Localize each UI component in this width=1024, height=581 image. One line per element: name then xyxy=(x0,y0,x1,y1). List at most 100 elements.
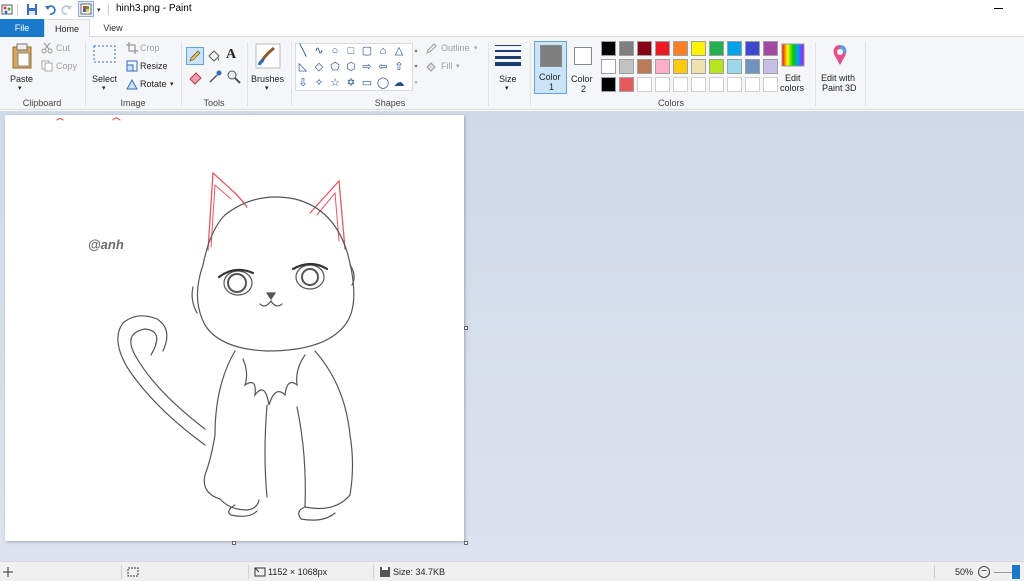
six-point-star-shape-icon[interactable]: ✡ xyxy=(345,77,357,89)
copy-label: Copy xyxy=(56,61,78,71)
shapes-scroll[interactable]: ▴ ▾ ▿ xyxy=(412,43,420,91)
zoom-out-button[interactable]: − xyxy=(978,566,990,578)
edit-colors-label-2: colors xyxy=(780,83,805,93)
line-size-icon xyxy=(495,45,521,66)
palette-swatch[interactable] xyxy=(637,41,652,56)
fill-icon xyxy=(426,62,436,72)
palette-swatch[interactable] xyxy=(691,77,706,92)
outline-button[interactable]: Outline ▾ xyxy=(424,42,484,55)
palette-swatch[interactable] xyxy=(709,59,724,74)
paste-icon xyxy=(12,43,32,69)
left-arrow-shape-icon[interactable]: ⇦ xyxy=(377,61,389,73)
color2-button[interactable]: Color 2 xyxy=(569,41,599,94)
window-title: hinh3.png - Paint xyxy=(116,3,192,14)
curve-shape-icon[interactable]: ∿ xyxy=(313,45,325,57)
palette-swatch[interactable] xyxy=(691,59,706,74)
right-arrow-shape-icon[interactable]: ⇨ xyxy=(361,61,373,73)
palette-swatch[interactable] xyxy=(655,77,670,92)
right-triangle-shape-icon[interactable]: ◺ xyxy=(297,61,309,73)
pencil-tool-button[interactable] xyxy=(186,47,204,65)
palette-swatch[interactable] xyxy=(763,77,778,92)
oval-shape-icon[interactable]: ○ xyxy=(329,45,341,57)
cloud-callout-shape-icon[interactable]: ☁ xyxy=(393,77,405,89)
palette-swatch[interactable] xyxy=(709,41,724,56)
triangle-shape-icon[interactable]: △ xyxy=(393,45,405,57)
down-arrow-shape-icon[interactable]: ⇩ xyxy=(297,77,309,89)
crop-button[interactable]: Crop xyxy=(125,42,165,55)
tab-home[interactable]: Home xyxy=(44,19,90,38)
palette-swatch[interactable] xyxy=(709,77,724,92)
disk-size-icon xyxy=(380,567,390,577)
polygon-shape-icon[interactable]: ⌂ xyxy=(377,45,389,57)
palette-swatch[interactable] xyxy=(673,77,688,92)
canvas-resize-handle-bottom[interactable] xyxy=(232,541,236,545)
copy-button[interactable]: Copy xyxy=(40,60,80,73)
pencil-icon xyxy=(189,50,201,62)
pentagon-shape-icon[interactable]: ⬠ xyxy=(329,61,341,73)
five-point-star-shape-icon[interactable]: ☆ xyxy=(329,77,341,89)
rotate-button[interactable]: Rotate ▾ xyxy=(125,78,177,91)
select-button[interactable]: Select ▾ xyxy=(90,41,120,92)
fill-button[interactable]: Fill ▾ xyxy=(424,60,474,73)
oval-callout-shape-icon[interactable]: ◯ xyxy=(377,77,389,89)
palette-swatch[interactable] xyxy=(619,59,634,74)
four-point-star-shape-icon[interactable]: ✧ xyxy=(313,77,325,89)
save-icon[interactable] xyxy=(26,3,38,16)
brushes-button[interactable]: Brushes ▾ xyxy=(251,41,285,93)
palette-swatch[interactable] xyxy=(727,41,742,56)
resize-button[interactable]: Resize xyxy=(125,60,170,73)
palette-swatch[interactable] xyxy=(763,41,778,56)
palette-swatch[interactable] xyxy=(691,41,706,56)
paint-app-icon[interactable] xyxy=(1,3,13,16)
fill-bucket-icon[interactable] xyxy=(206,48,222,64)
palette-swatch[interactable] xyxy=(727,59,742,74)
palette-swatch[interactable] xyxy=(637,59,652,74)
redo-icon[interactable] xyxy=(61,3,73,16)
color-picker-icon[interactable] xyxy=(207,69,223,85)
paste-button[interactable]: Paste ▾ xyxy=(8,41,34,92)
palette-swatch[interactable] xyxy=(601,41,616,56)
cut-button[interactable]: Cut xyxy=(40,42,76,55)
eraser-icon[interactable] xyxy=(188,69,204,85)
rounded-rectangle-shape-icon[interactable]: ▢ xyxy=(361,45,373,57)
up-arrow-shape-icon[interactable]: ⇧ xyxy=(393,61,405,73)
edit-with-paint3d-button[interactable]: Edit with Paint 3D xyxy=(818,41,862,95)
hexagon-shape-icon[interactable]: ⬡ xyxy=(345,61,357,73)
color2-number: 2 xyxy=(581,84,587,94)
palette-swatch[interactable] xyxy=(637,77,652,92)
rectangle-shape-icon[interactable]: □ xyxy=(345,45,357,57)
palette-swatch[interactable] xyxy=(745,77,760,92)
color1-label: Color xyxy=(539,72,561,82)
edit-colors-button[interactable]: Edit colors xyxy=(778,41,810,95)
palette-swatch[interactable] xyxy=(601,77,616,92)
palette-swatch[interactable] xyxy=(745,59,760,74)
palette-swatch[interactable] xyxy=(673,59,688,74)
line-shape-icon[interactable]: ╲ xyxy=(297,45,309,57)
palette-swatch[interactable] xyxy=(673,41,688,56)
text-tool-icon[interactable]: A xyxy=(226,47,236,63)
size-button[interactable]: Size ▾ xyxy=(492,41,524,93)
magnifier-icon[interactable] xyxy=(226,69,242,85)
palette-swatch[interactable] xyxy=(763,59,778,74)
palette-swatch[interactable] xyxy=(655,59,670,74)
canvas-resize-handle-corner[interactable] xyxy=(464,541,468,545)
color1-number: 1 xyxy=(549,82,555,92)
palette-swatch[interactable] xyxy=(655,41,670,56)
minimize-button[interactable] xyxy=(994,8,1003,9)
color1-button[interactable]: Color 1 xyxy=(534,41,567,94)
palette-swatch[interactable] xyxy=(727,77,742,92)
drawing-canvas[interactable]: @anh xyxy=(5,115,464,541)
palette-swatch[interactable] xyxy=(745,41,760,56)
rounded-callout-shape-icon[interactable]: ▭ xyxy=(361,77,373,89)
quick-access-color-button[interactable] xyxy=(78,1,94,17)
diamond-shape-icon[interactable]: ◇ xyxy=(313,61,325,73)
zoom-slider-thumb[interactable] xyxy=(1012,565,1020,579)
palette-swatch[interactable] xyxy=(601,59,616,74)
canvas-resize-handle-right[interactable] xyxy=(464,326,468,330)
palette-swatch[interactable] xyxy=(619,77,634,92)
palette-swatch[interactable] xyxy=(619,41,634,56)
undo-icon[interactable] xyxy=(44,3,56,16)
tab-view[interactable]: View xyxy=(90,19,136,37)
customize-quick-access-icon[interactable]: ▾ xyxy=(97,6,101,14)
tab-file[interactable]: File xyxy=(0,19,44,37)
